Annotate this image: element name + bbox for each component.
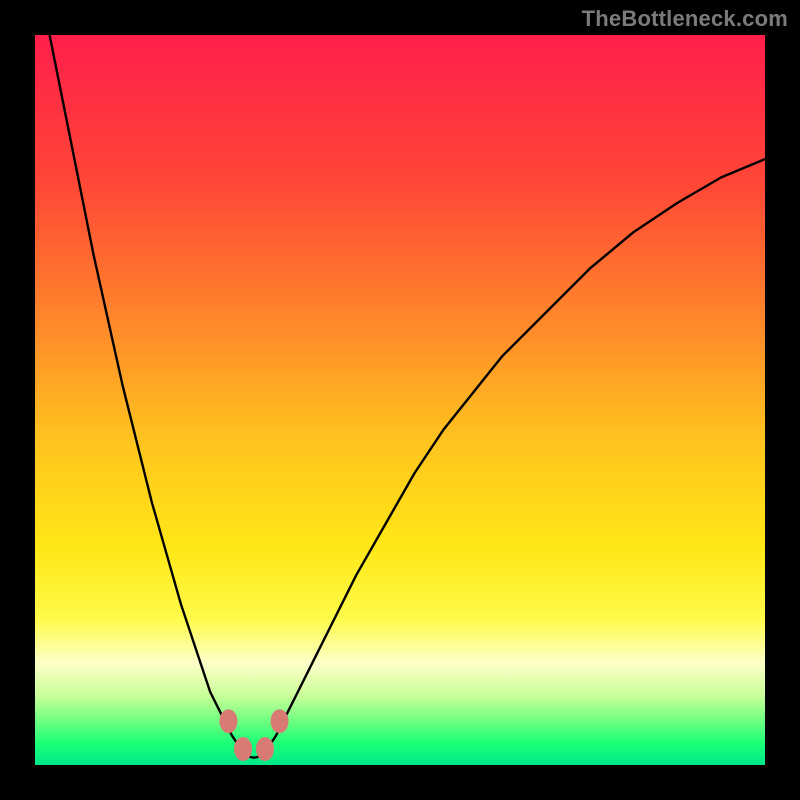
markers-group — [219, 709, 288, 761]
valley-marker-2 — [234, 737, 252, 761]
series-left-branch — [50, 35, 240, 747]
valley-marker-3 — [256, 737, 274, 761]
plot-area — [35, 35, 765, 765]
valley-marker-1 — [271, 709, 289, 733]
watermark-text: TheBottleneck.com — [582, 6, 788, 32]
series-right-branch — [269, 159, 765, 747]
curves-group — [50, 35, 765, 758]
curve-layer — [35, 35, 765, 765]
chart-frame: TheBottleneck.com — [0, 0, 800, 800]
valley-marker-0 — [219, 709, 237, 733]
